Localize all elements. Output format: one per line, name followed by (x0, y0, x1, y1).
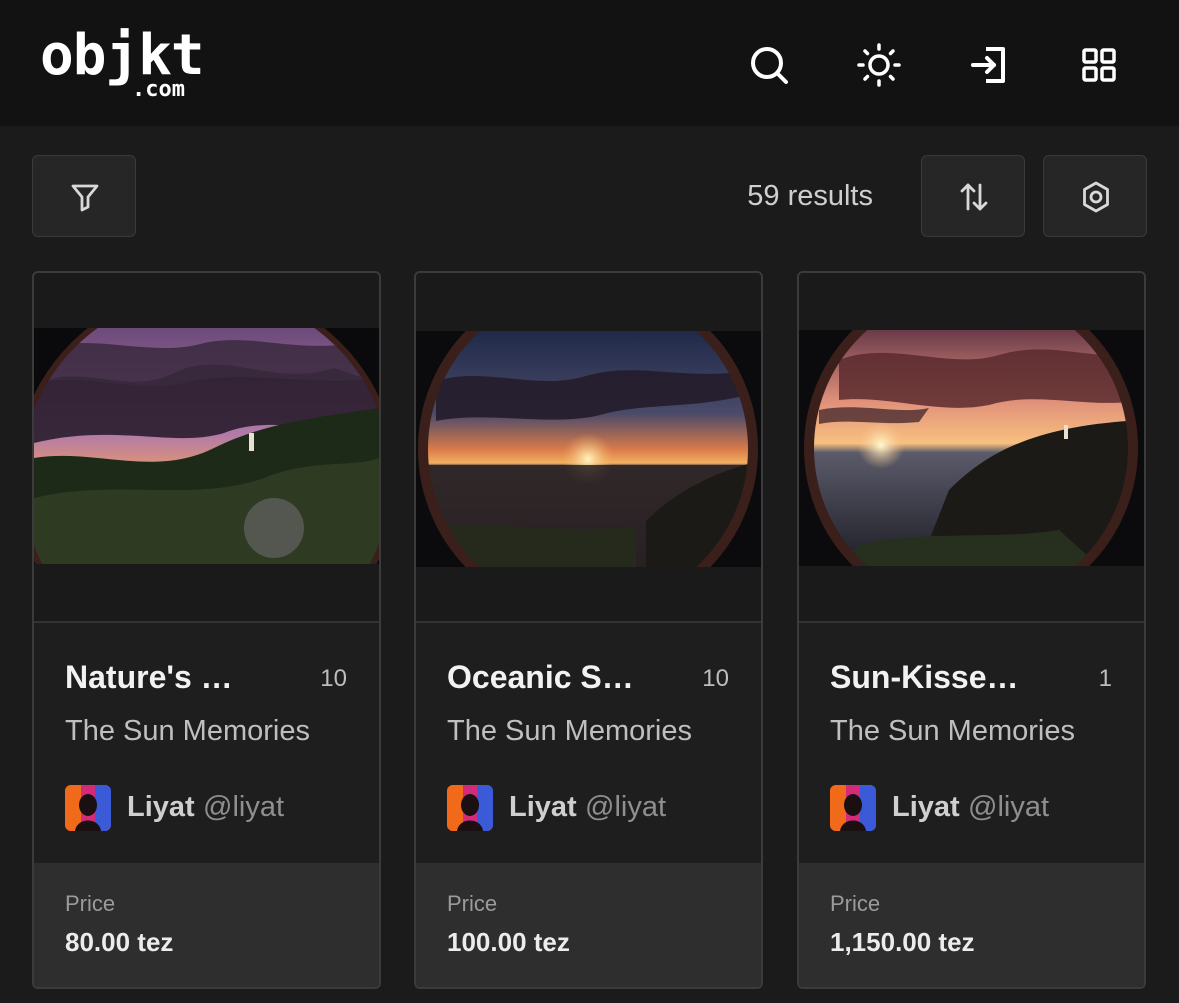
card-media[interactable] (34, 273, 379, 621)
artist-handle: @liyat (203, 791, 285, 823)
token-card[interactable]: Sun-Kisse… 1 The Sun Memories Liyat @liy… (797, 271, 1146, 989)
card-media[interactable] (799, 273, 1144, 621)
results-area: 59 results Nature's … 10 The Sun Memorie… (0, 126, 1179, 1003)
price-label: Price (65, 891, 116, 916)
edition-count: 10 (702, 665, 729, 692)
artist-handle: @liyat (968, 791, 1050, 823)
edition-count: 1 (1098, 665, 1112, 692)
card-media[interactable] (416, 273, 761, 621)
edition-count: 10 (320, 665, 347, 692)
price-label: Price (447, 891, 498, 916)
artist-name: Liyat (892, 791, 960, 823)
grid-menu-icon[interactable] (1074, 40, 1124, 90)
price-value: 100.00 tez (447, 927, 570, 957)
login-icon[interactable] (964, 40, 1014, 90)
results-count: 59 results (747, 180, 873, 212)
card-info: Oceanic S… 10 The Sun Memories Liyat @li… (416, 621, 761, 863)
theme-sun-icon[interactable] (854, 40, 904, 90)
token-card[interactable]: Oceanic S… 10 The Sun Memories Liyat @li… (414, 271, 763, 989)
artist-name: Liyat (127, 791, 195, 823)
token-title[interactable]: Oceanic S… (447, 659, 687, 696)
collection-name[interactable]: The Sun Memories (830, 715, 1075, 748)
sort-button[interactable] (921, 155, 1025, 237)
price-panel: Price 80.00 tez (34, 863, 379, 987)
artist-link[interactable]: Liyat @liyat (830, 785, 1120, 831)
artist-handle: @liyat (585, 791, 667, 823)
artist-link[interactable]: Liyat @liyat (447, 785, 737, 831)
artist-name: Liyat (509, 791, 577, 823)
top-navigation-bar: objkt .com (0, 0, 1179, 126)
price-value: 80.00 tez (65, 927, 174, 957)
avatar (830, 785, 876, 831)
search-icon[interactable] (744, 40, 794, 90)
collection-name[interactable]: The Sun Memories (447, 715, 692, 748)
card-info: Sun-Kisse… 1 The Sun Memories Liyat @liy… (799, 621, 1144, 863)
token-card[interactable]: Nature's … 10 The Sun Memories Liyat @li… (32, 271, 381, 989)
settings-icon (1083, 181, 1109, 213)
artwork-image[interactable] (416, 331, 761, 567)
objkt-logo[interactable]: objkt .com (40, 26, 220, 106)
artwork-image[interactable] (799, 330, 1144, 566)
display-settings-button[interactable] (1043, 155, 1147, 237)
token-title[interactable]: Sun-Kisse… (830, 659, 1070, 696)
collection-name[interactable]: The Sun Memories (65, 715, 310, 748)
token-title[interactable]: Nature's … (65, 659, 305, 696)
card-info: Nature's … 10 The Sun Memories Liyat @li… (34, 621, 379, 863)
price-value: 1,150.00 tez (830, 927, 975, 957)
filter-button[interactable] (32, 155, 136, 237)
price-panel: Price 1,150.00 tez (799, 863, 1144, 987)
sort-icon (960, 183, 988, 211)
artist-link[interactable]: Liyat @liyat (65, 785, 355, 831)
price-panel: Price 100.00 tez (416, 863, 761, 987)
avatar (65, 785, 111, 831)
artwork-image[interactable] (34, 328, 379, 564)
filter-icon (71, 184, 99, 212)
avatar (447, 785, 493, 831)
price-label: Price (830, 891, 881, 916)
logo-domain-suffix: .com (132, 77, 185, 102)
